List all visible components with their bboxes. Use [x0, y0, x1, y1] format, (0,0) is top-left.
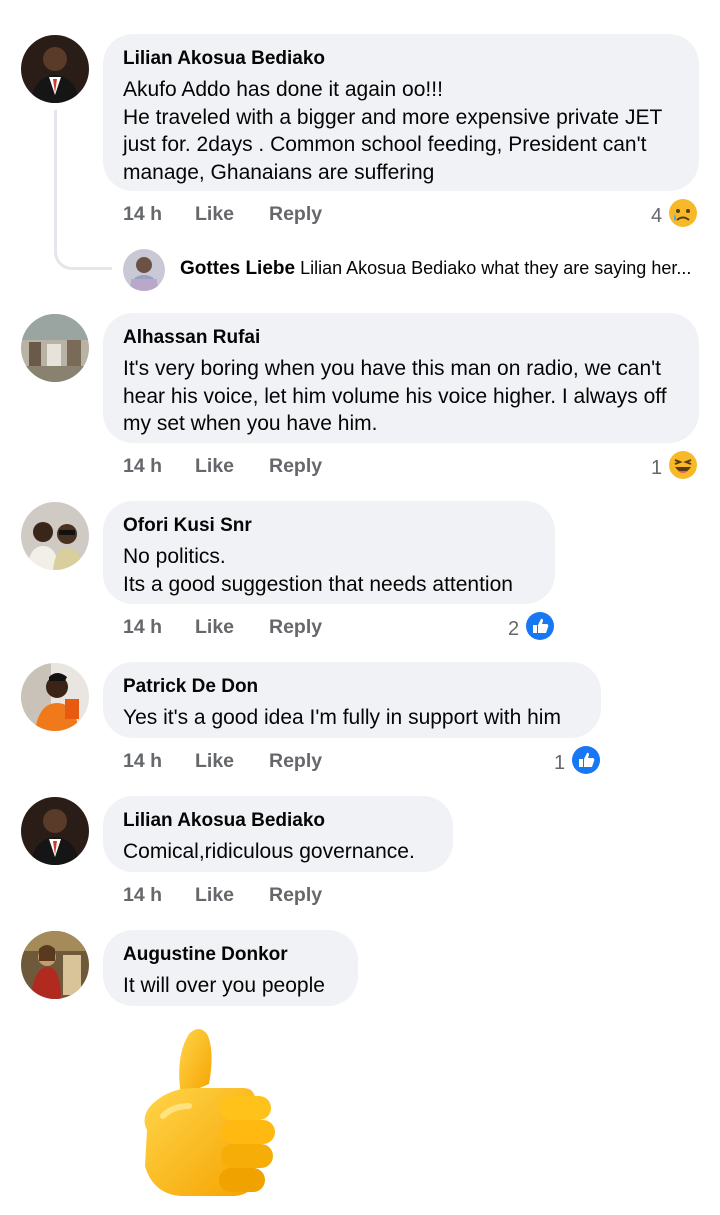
like-button[interactable]: Like: [195, 455, 269, 478]
comment-time[interactable]: 14 h: [123, 750, 195, 773]
like-button[interactable]: Like: [195, 884, 269, 907]
comment-time[interactable]: 14 h: [123, 884, 195, 907]
reaction-count: 1: [651, 456, 663, 479]
comment-time[interactable]: 14 h: [123, 203, 195, 226]
like-button[interactable]: Like: [195, 616, 269, 639]
reaction-count: 4: [651, 204, 663, 227]
reaction-count: 2: [508, 617, 520, 640]
comment-time[interactable]: 14 h: [123, 616, 195, 639]
comment-time[interactable]: 14 h: [123, 455, 195, 478]
reply-button[interactable]: Reply: [269, 455, 322, 478]
reply-avatar[interactable]: [123, 249, 165, 291]
comment-bubble: Ofori Kusi Snr No politics. Its a good s…: [103, 501, 555, 604]
comment-text: Yes it's a good idea I'm fully in suppor…: [123, 706, 561, 729]
avatar[interactable]: [21, 35, 89, 103]
comment-author[interactable]: Alhassan Rufai: [123, 326, 679, 350]
reaction-summary[interactable]: 1: [651, 450, 698, 486]
comment-text: Comical,ridiculous governance.: [123, 840, 415, 863]
like-icon: [525, 611, 555, 647]
comment-bubble: Patrick De Don Yes it's a good idea I'm …: [103, 662, 601, 738]
comment-actions: 14 h Like Reply: [123, 616, 322, 639]
sad-emoji-icon: [668, 198, 698, 234]
avatar[interactable]: [21, 931, 89, 999]
reply-author[interactable]: Gottes Liebe: [180, 258, 295, 279]
reply-button[interactable]: Reply: [269, 203, 322, 226]
reply-button[interactable]: Reply: [269, 884, 322, 907]
comment-bubble: Lilian Akosua Bediako Comical,ridiculous…: [103, 796, 453, 872]
comment-actions: 14 h Like Reply: [123, 884, 322, 907]
comment-text: It will over you people: [123, 974, 325, 997]
thumbs-up-emoji-icon: [133, 1026, 281, 1205]
comment-actions: 14 h Like Reply: [123, 750, 322, 773]
comment-bubble: Alhassan Rufai It's very boring when you…: [103, 313, 699, 443]
comment-text: Akufo Addo has done it again oo!!! He tr…: [123, 78, 662, 184]
comment-author[interactable]: Lilian Akosua Bediako: [123, 47, 679, 71]
reaction-summary[interactable]: 4: [651, 198, 698, 234]
comment-author[interactable]: Augustine Donkor: [123, 943, 338, 967]
reply-button[interactable]: Reply: [269, 750, 322, 773]
reaction-count: 1: [554, 751, 566, 774]
comment-author[interactable]: Patrick De Don: [123, 675, 581, 699]
avatar[interactable]: [21, 314, 89, 382]
avatar[interactable]: [21, 797, 89, 865]
reaction-summary[interactable]: 1: [554, 745, 601, 781]
like-icon: [571, 745, 601, 781]
reaction-summary[interactable]: 2: [508, 611, 555, 647]
comment-author[interactable]: Ofori Kusi Snr: [123, 514, 535, 538]
reply-text: Lilian Akosua Bediako what they are sayi…: [300, 258, 692, 278]
like-button[interactable]: Like: [195, 750, 269, 773]
avatar[interactable]: [21, 663, 89, 731]
avatar[interactable]: [21, 502, 89, 570]
comment-bubble: Lilian Akosua Bediako Akufo Addo has don…: [103, 34, 699, 191]
comment-author[interactable]: Lilian Akosua Bediako: [123, 809, 433, 833]
comment-text: No politics. Its a good suggestion that …: [123, 545, 513, 596]
laugh-emoji-icon: [668, 450, 698, 486]
comment-actions: 14 h Like Reply: [123, 455, 322, 478]
comment-actions: 14 h Like Reply: [123, 203, 322, 226]
comment-bubble: Augustine Donkor It will over you people: [103, 930, 358, 1006]
reply-preview[interactable]: Gottes Liebe Lilian Akosua Bediako what …: [180, 258, 691, 280]
comment-text: It's very boring when you have this man …: [123, 357, 667, 435]
reply-button[interactable]: Reply: [269, 616, 322, 639]
like-button[interactable]: Like: [195, 203, 269, 226]
